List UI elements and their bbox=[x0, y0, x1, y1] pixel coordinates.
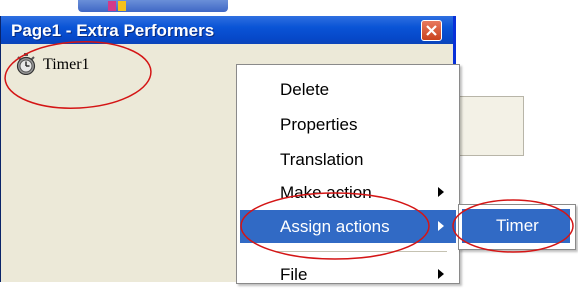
timer1-label: Timer1 bbox=[43, 56, 90, 73]
menu-item-label: File bbox=[280, 265, 308, 284]
submenu-item-label: Timer bbox=[496, 216, 539, 235]
submenu-item-timer[interactable]: Timer bbox=[462, 209, 570, 243]
submenu-arrow-icon bbox=[438, 187, 444, 197]
menu-item-label: Properties bbox=[280, 115, 358, 134]
submenu-arrow-icon bbox=[438, 221, 444, 231]
panel-titlebar[interactable]: Page1 - Extra Performers bbox=[1, 16, 453, 44]
context-menu: Delete Properties Translation Make actio… bbox=[236, 64, 460, 284]
background-window-tab bbox=[78, 0, 228, 12]
menu-item-label: Assign actions bbox=[280, 217, 390, 236]
close-button[interactable] bbox=[421, 20, 442, 41]
menu-item-properties[interactable]: Properties bbox=[240, 108, 456, 141]
app-icon bbox=[108, 1, 116, 11]
timer1-item[interactable]: Timer1 bbox=[15, 52, 145, 78]
menu-separator bbox=[277, 251, 447, 252]
submenu-arrow-icon bbox=[438, 269, 444, 279]
menu-item-assign-actions[interactable]: Assign actions bbox=[240, 210, 456, 243]
menu-item-label: Translation bbox=[280, 150, 364, 169]
close-icon bbox=[426, 25, 437, 36]
window-title: Page1 - Extra Performers bbox=[11, 21, 215, 40]
menu-item-file[interactable]: File bbox=[240, 258, 456, 291]
assign-actions-submenu: Timer bbox=[458, 204, 576, 250]
menu-item-label: Make action bbox=[280, 183, 372, 202]
menu-item-make-action[interactable]: Make action bbox=[240, 176, 456, 209]
menu-item-delete[interactable]: Delete bbox=[240, 73, 456, 106]
menu-item-translation[interactable]: Translation bbox=[240, 143, 456, 176]
menu-item-label: Delete bbox=[280, 80, 330, 99]
app-icon-secondary bbox=[118, 1, 126, 11]
background-field bbox=[456, 96, 524, 156]
stopwatch-icon bbox=[16, 53, 36, 75]
